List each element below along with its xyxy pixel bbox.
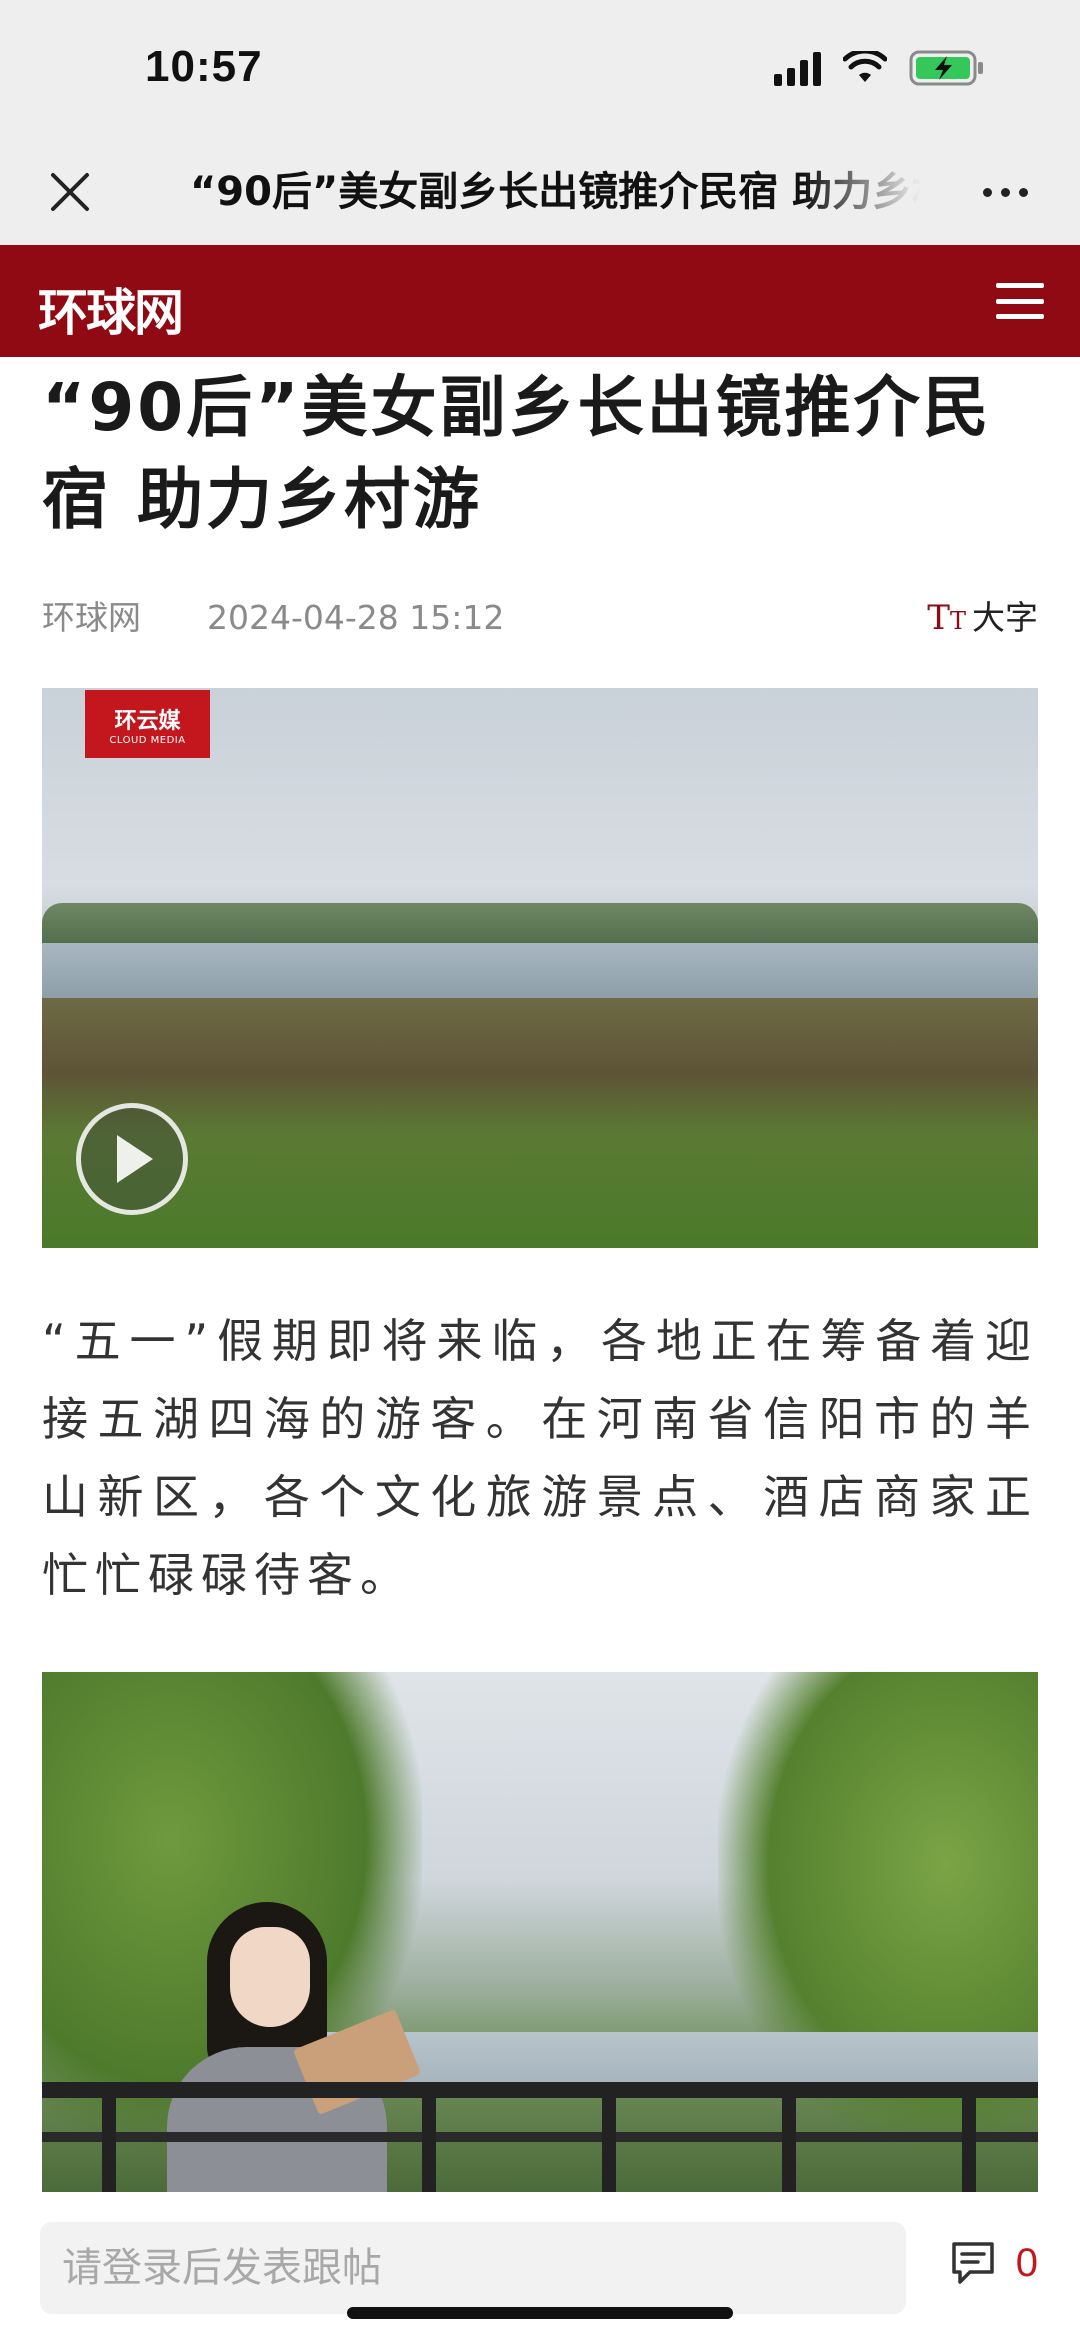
close-icon [51,173,89,211]
comment-count: 0 [1015,2240,1038,2285]
webview-nav-bar: “90后”美女副乡长出镜推介民宿 助力乡村游 [0,140,1080,245]
comment-input[interactable]: 请登录后发表跟帖 [40,2222,906,2314]
play-icon [117,1135,153,1183]
comment-bar: 请登录后发表跟帖 0 [0,2196,1080,2341]
article-source: 环球网 [42,598,141,637]
article-title: “90后”美女副乡长出镜推介民宿 助力乡村游 [42,369,992,538]
site-logo[interactable]: 环球网 [38,273,184,345]
font-size-label: 大字 [972,598,1038,637]
status-icons [774,50,985,86]
article-video[interactable]: 环云媒 CLOUD MEDIA [42,688,1038,1248]
video-scenery-trees [42,903,1038,943]
wifi-icon [843,51,887,82]
status-time: 10:57 [145,42,263,91]
more-options-button[interactable] [970,162,1040,222]
nav-title: “90后”美女副乡长出镜推介民宿 助力乡村游 [190,169,920,215]
video-scenery-lake [42,943,1038,998]
more-dots-icon [982,187,992,197]
comment-icon [952,2242,994,2284]
home-indicator [347,2307,733,2319]
play-button[interactable] [76,1103,188,1215]
comment-count-button[interactable]: 0 [950,2240,1038,2286]
article-photo[interactable] [42,1672,1038,2192]
video-scenery-field [42,998,1038,1248]
site-header: 环球网 [0,245,1080,357]
close-button[interactable] [40,162,100,222]
article-meta: 环球网 2024-04-28 15:12 TT 大字 [42,593,1038,643]
cloud-media-logo: 环云媒 CLOUD MEDIA [85,690,210,758]
status-bar: 10:57 [0,0,1080,140]
font-size-icon: TT [927,598,966,638]
hamburger-menu-icon[interactable] [996,277,1044,325]
photo-railing [42,2082,1038,2192]
cellular-signal-icon [774,50,821,86]
battery-charging-icon [909,50,983,86]
article-date: 2024-04-28 15:12 [207,598,505,637]
article-paragraph: “五一”假期即将来临，各地正在筹备着迎接五湖四海的游客。在河南省信阳市的羊山新区… [42,1314,1038,1602]
font-size-button[interactable]: TT 大字 [927,593,1038,646]
